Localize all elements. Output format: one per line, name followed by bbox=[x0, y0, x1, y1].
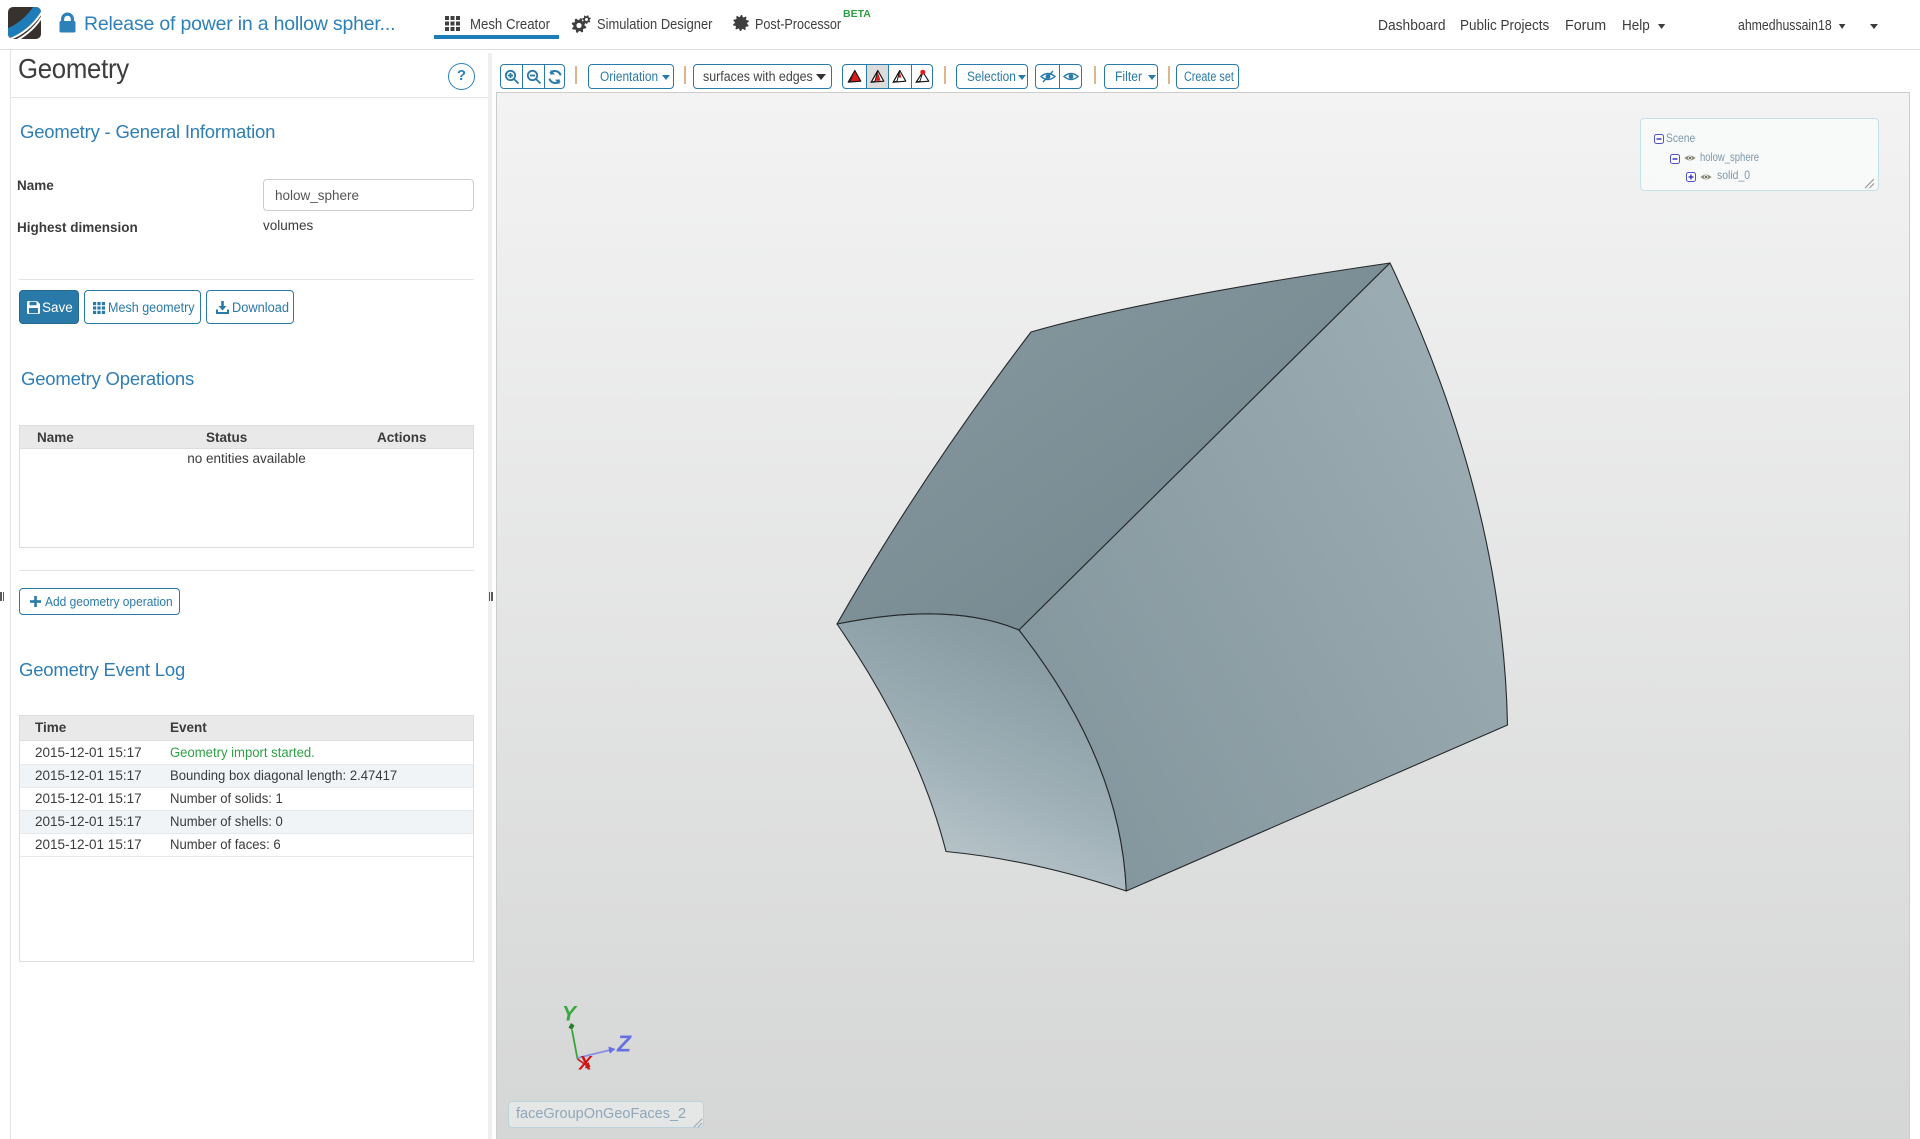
svg-text:Z: Z bbox=[616, 1031, 632, 1057]
svg-text:Y: Y bbox=[562, 1003, 578, 1026]
svg-text:X: X bbox=[578, 1054, 593, 1075]
